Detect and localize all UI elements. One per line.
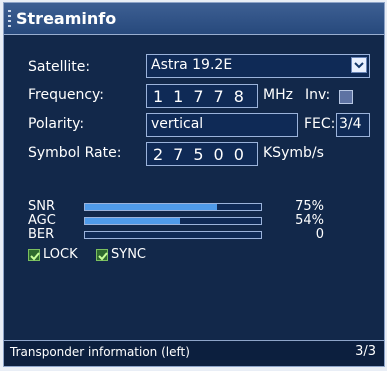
fec-label: FEC:	[304, 116, 336, 132]
snr-value: 75%	[295, 199, 324, 214]
fec-value: 3/4	[339, 116, 362, 132]
agc-label: AGC	[28, 213, 56, 228]
symbol-rate-value: 27500	[153, 145, 254, 164]
grip-icon	[8, 10, 11, 27]
symbol-rate-unit: KSymb/s	[263, 145, 324, 161]
lock-label: LOCK	[43, 247, 78, 262]
snr-meter	[84, 203, 262, 211]
window-title: Streaminfo	[16, 9, 117, 28]
status-text: Transponder information (left)	[10, 345, 190, 359]
agc-meter-fill	[85, 218, 181, 224]
ber-label: BER	[28, 227, 55, 242]
inversion-toggle[interactable]	[339, 90, 353, 104]
snr-label: SNR	[28, 199, 56, 214]
agc-value: 54%	[295, 213, 324, 228]
snr-meter-fill	[85, 204, 217, 210]
streaminfo-window: Streaminfo Satellite: Astra 19.2E Freque…	[3, 2, 385, 367]
frequency-unit: MHz	[263, 87, 293, 103]
polarity-input[interactable]: vertical	[146, 113, 298, 137]
checkmark-icon	[30, 252, 40, 261]
sync-label: SYNC	[111, 247, 146, 262]
page-indicator: 3/3	[355, 344, 376, 359]
frequency-label: Frequency:	[28, 87, 105, 103]
title-bar: Streaminfo	[4, 3, 384, 35]
ber-meter	[84, 231, 262, 239]
satellite-select[interactable]: Astra 19.2E	[146, 54, 370, 78]
frequency-input[interactable]: 11778	[146, 84, 258, 108]
polarity-value: vertical	[151, 116, 204, 132]
ber-value: 0	[315, 227, 324, 242]
satellite-value: Astra 19.2E	[151, 57, 233, 73]
chevron-down-icon[interactable]	[351, 57, 367, 73]
symbol-rate-label: Symbol Rate:	[28, 145, 122, 161]
agc-meter	[84, 217, 262, 225]
polarity-label: Polarity:	[28, 116, 85, 132]
fec-input[interactable]: 3/4	[336, 113, 370, 137]
symbol-rate-input[interactable]: 27500	[146, 142, 258, 166]
sync-checkbox	[96, 249, 108, 261]
inversion-label: Inv:	[305, 87, 331, 103]
frequency-value: 11778	[153, 87, 254, 106]
lock-checkbox	[28, 249, 40, 261]
checkmark-icon	[98, 252, 108, 261]
satellite-label: Satellite:	[28, 59, 91, 75]
status-bar: Transponder information (left) 3/3	[4, 340, 384, 366]
